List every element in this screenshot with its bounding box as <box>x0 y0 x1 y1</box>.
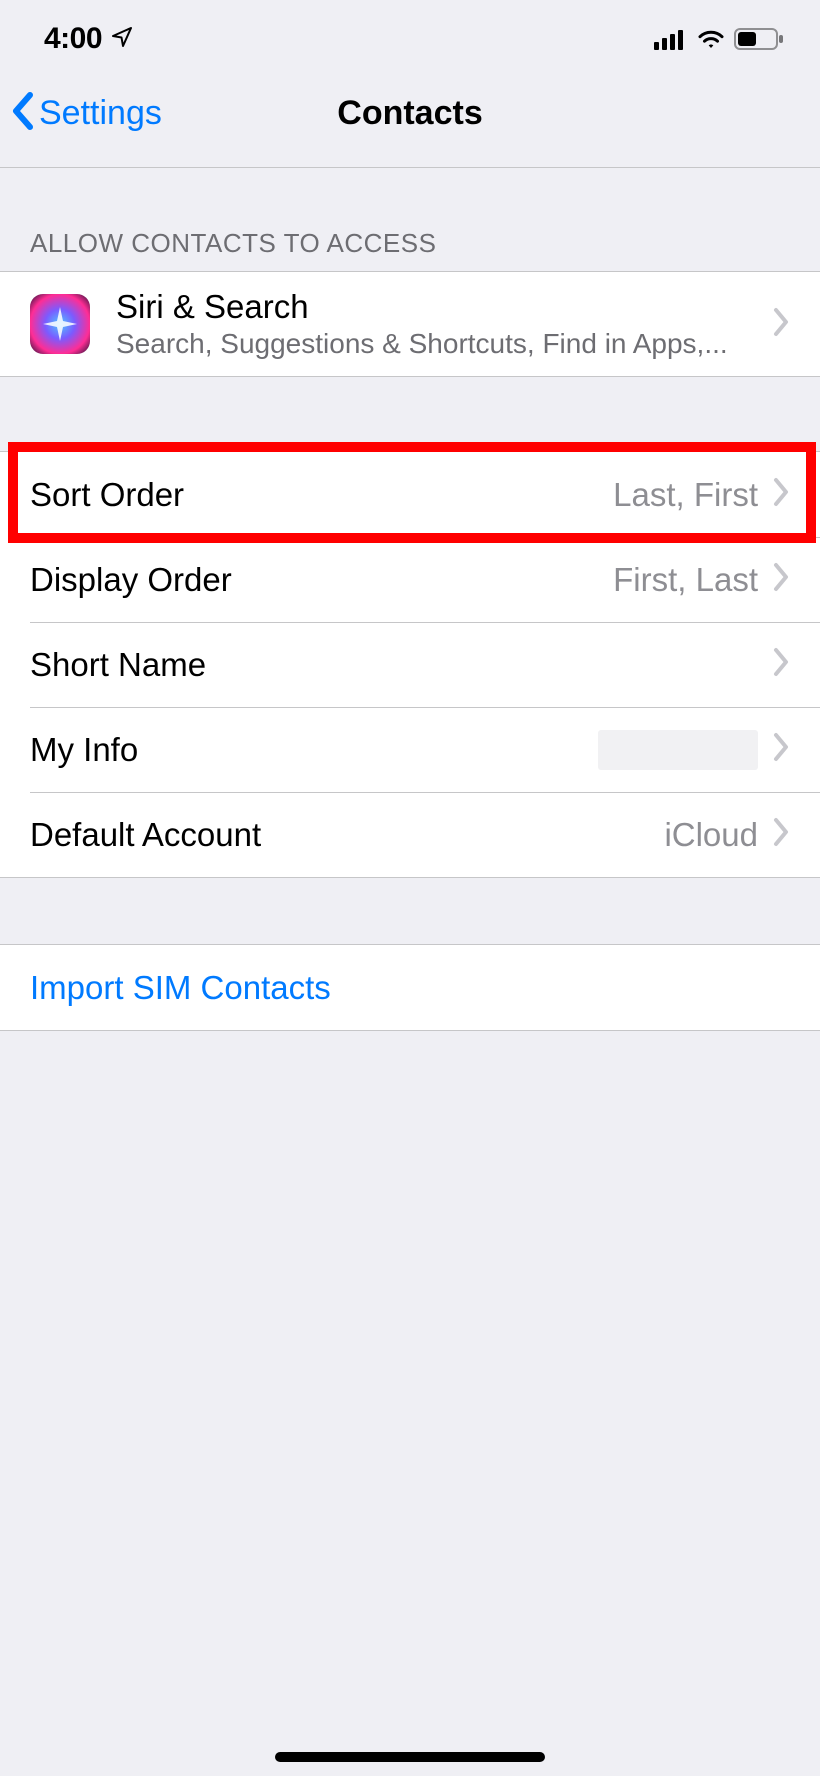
home-indicator[interactable] <box>275 1752 545 1762</box>
row-label: My Info <box>30 731 598 769</box>
battery-icon <box>734 27 784 56</box>
row-value: iCloud <box>664 816 758 854</box>
action-label: Import SIM Contacts <box>30 969 331 1007</box>
status-bar: 4:00 <box>0 0 820 60</box>
row-label: Default Account <box>30 816 664 854</box>
list-group-contacts: Sort Order Last, First Display Order Fir… <box>0 451 820 878</box>
list-group-import: Import SIM Contacts <box>0 944 820 1031</box>
row-text-stack: Siri & Search Search, Suggestions & Shor… <box>116 288 772 360</box>
chevron-right-icon <box>772 647 790 682</box>
list-group-access: Siri & Search Search, Suggestions & Shor… <box>0 271 820 377</box>
row-display-order[interactable]: Display Order First, Last <box>0 537 820 622</box>
chevron-left-icon <box>10 91 36 136</box>
chevron-right-icon <box>772 307 790 342</box>
row-value: First, Last <box>613 561 758 599</box>
section-spacer <box>0 878 820 944</box>
back-label: Settings <box>39 94 162 133</box>
chevron-right-icon <box>772 732 790 767</box>
status-right <box>654 27 784 56</box>
row-import-sim[interactable]: Import SIM Contacts <box>0 945 820 1030</box>
wifi-icon <box>696 28 726 55</box>
back-button[interactable]: Settings <box>10 91 162 136</box>
status-left: 4:00 <box>44 22 134 56</box>
chevron-right-icon <box>772 477 790 512</box>
row-title: Siri & Search <box>116 288 772 326</box>
row-sort-order[interactable]: Sort Order Last, First <box>0 452 820 537</box>
section-spacer <box>0 377 820 451</box>
nav-bar: Settings Contacts <box>0 60 820 168</box>
row-value: Last, First <box>613 476 758 514</box>
chevron-right-icon <box>772 562 790 597</box>
status-time: 4:00 <box>44 22 102 56</box>
row-my-info[interactable]: My Info <box>0 707 820 792</box>
location-icon <box>110 25 134 54</box>
row-default-account[interactable]: Default Account iCloud <box>0 792 820 877</box>
row-label: Short Name <box>30 646 772 684</box>
redacted-value <box>598 730 758 770</box>
section-header-access: ALLOW CONTACTS TO ACCESS <box>0 168 820 271</box>
row-short-name[interactable]: Short Name <box>0 622 820 707</box>
row-subtitle: Search, Suggestions & Shortcuts, Find in… <box>116 328 772 360</box>
row-label: Display Order <box>30 561 613 599</box>
siri-icon <box>30 294 90 354</box>
chevron-right-icon <box>772 817 790 852</box>
row-siri-search[interactable]: Siri & Search Search, Suggestions & Shor… <box>0 272 820 376</box>
cellular-signal-icon <box>654 28 688 55</box>
row-label: Sort Order <box>30 476 613 514</box>
